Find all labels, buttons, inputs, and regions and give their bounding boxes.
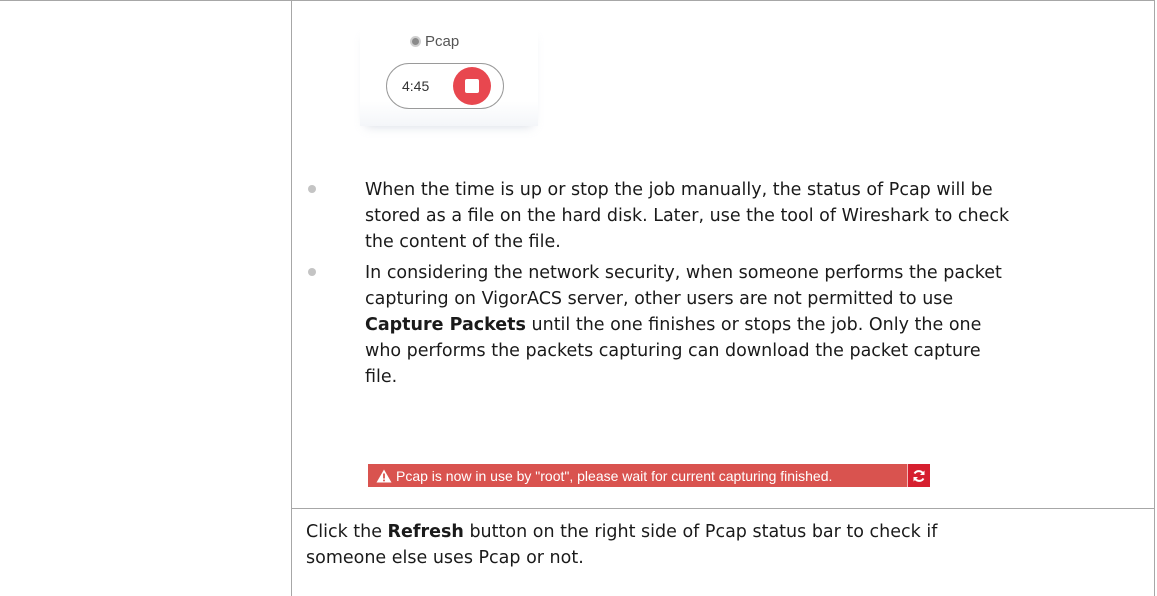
left-column xyxy=(0,0,292,596)
pcap-in-use-alert: Pcap is now in use by "root", please wai… xyxy=(368,464,930,487)
alert-body: Pcap is now in use by "root", please wai… xyxy=(368,468,907,484)
bullet-icon xyxy=(308,185,316,193)
instruction-bold-term: Refresh xyxy=(387,522,464,542)
bullet-list: When the time is up or stop the job manu… xyxy=(306,177,1146,395)
pcap-widget-title: Pcap xyxy=(410,33,459,50)
row-divider xyxy=(292,508,1155,509)
bullet-text-part: In considering the network security, whe… xyxy=(365,263,1002,309)
refresh-instruction: Click the Refresh button on the right si… xyxy=(306,519,1006,571)
list-item: When the time is up or stop the job manu… xyxy=(306,177,1146,255)
bullet-text: In considering the network security, whe… xyxy=(365,260,1010,390)
bullet-icon xyxy=(308,268,316,276)
warning-triangle-icon xyxy=(376,469,392,482)
bullet-text: When the time is up or stop the job manu… xyxy=(365,180,1010,252)
list-item: In considering the network security, whe… xyxy=(306,260,1146,390)
pcap-timer-pill: 4:45 xyxy=(386,63,504,109)
radio-icon xyxy=(410,36,421,47)
stop-icon[interactable] xyxy=(453,67,491,105)
instruction-text-part: Click the xyxy=(306,522,388,542)
refresh-icon xyxy=(913,469,925,482)
alert-message: Pcap is now in use by "root", please wai… xyxy=(396,467,833,484)
refresh-button[interactable] xyxy=(907,464,930,487)
bullet-bold-term: Capture Packets xyxy=(365,315,526,335)
pcap-widget-screenshot: Pcap 4:45 xyxy=(360,26,538,126)
pcap-title-label: Pcap xyxy=(425,33,460,50)
pcap-timer: 4:45 xyxy=(402,78,430,94)
